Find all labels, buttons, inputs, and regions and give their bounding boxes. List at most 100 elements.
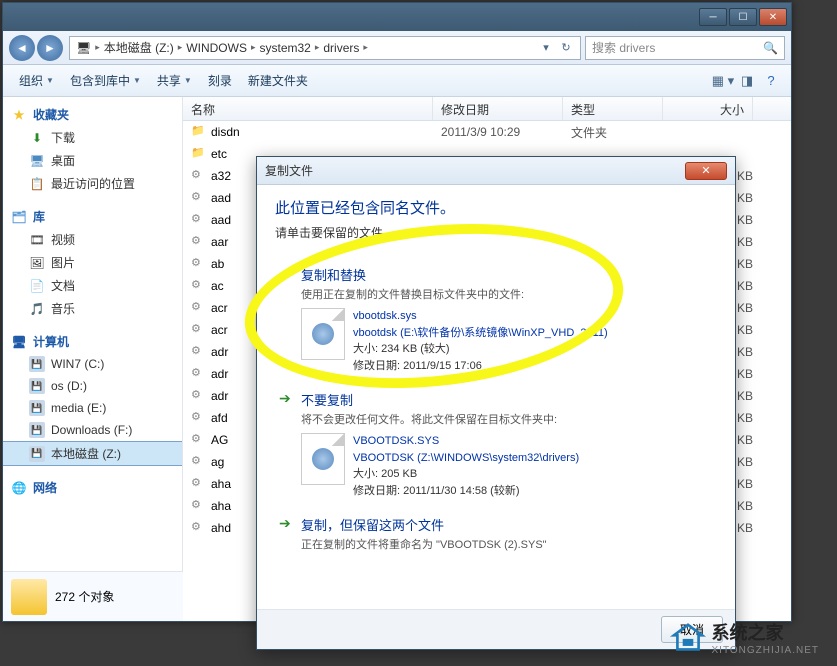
sidebar-network-header[interactable]: 🌐网络 <box>3 476 182 499</box>
sys-file-icon: ⚙ <box>191 454 207 470</box>
sidebar-item-documents[interactable]: 📄文档 <box>3 274 182 297</box>
sidebar-item-drive-f[interactable]: 💾Downloads (F:) <box>3 419 182 441</box>
include-menu[interactable]: 包含到库中▼ <box>62 68 149 93</box>
option-title: 复制和替换 <box>301 265 713 284</box>
arrow-icon: ➔ <box>279 265 297 374</box>
file-thumb <box>301 433 345 485</box>
sidebar-item-recent[interactable]: 📋最近访问的位置 <box>3 172 182 195</box>
back-button[interactable]: ◄ <box>9 35 35 61</box>
sidebar-item-drive-c[interactable]: 💾WIN7 (C:) <box>3 353 182 375</box>
star-icon: ★ <box>11 107 27 123</box>
option-desc: 正在复制的文件将重命名为 "VBOOTDSK (2).SYS" <box>301 536 713 552</box>
file-name: disdn <box>211 125 441 139</box>
preview-pane-button[interactable]: ◨ <box>735 69 759 93</box>
sys-file-icon: ⚙ <box>191 366 207 382</box>
option-title: 不要复制 <box>301 390 713 409</box>
titlebar: ─ ☐ ✕ <box>3 3 791 31</box>
sys-file-icon: ⚙ <box>191 410 207 426</box>
newfolder-button[interactable]: 新建文件夹 <box>240 68 316 93</box>
search-input[interactable]: 搜索 drivers 🔍 <box>585 36 785 60</box>
sys-file-icon: ⚙ <box>191 388 207 404</box>
sys-file-icon: ⚙ <box>191 476 207 492</box>
toolbar: 组织▼ 包含到库中▼ 共享▼ 刻录 新建文件夹 ▦ ▾ ◨ ? <box>3 65 791 97</box>
gear-icon <box>312 323 334 345</box>
option-keep-both[interactable]: ➔ 复制，但保留这两个文件 正在复制的文件将重命名为 "VBOOTDSK (2)… <box>275 507 717 566</box>
sidebar-item-drive-d[interactable]: 💾os (D:) <box>3 375 182 397</box>
dialog-title: 复制文件 <box>265 162 313 179</box>
view-menu[interactable]: ▦ ▾ <box>711 69 735 93</box>
breadcrumb[interactable]: 🖥 ▸ 本地磁盘 (Z:)▸ WINDOWS▸ system32▸ driver… <box>69 36 581 60</box>
refresh-button[interactable]: ↻ <box>556 37 576 59</box>
option-dont-copy[interactable]: ➔ 不要复制 将不会更改任何文件。将此文件保留在目标文件夹中: VBOOTDSK… <box>275 382 717 507</box>
organize-menu[interactable]: 组织▼ <box>11 68 62 93</box>
column-date[interactable]: 修改日期 <box>433 97 563 120</box>
statusbar: 272 个对象 <box>3 571 183 621</box>
search-placeholder: 搜索 drivers <box>592 39 655 56</box>
breadcrumb-item[interactable]: 本地磁盘 (Z:) <box>102 39 176 56</box>
arrow-icon: ➔ <box>279 390 297 499</box>
watermark: 系统之家 XITONGZHIJIA.NET <box>670 619 820 656</box>
drive-icon: 💾 <box>29 378 45 394</box>
drive-icon: 💾 <box>29 400 45 416</box>
breadcrumb-item[interactable]: drivers <box>321 41 361 55</box>
download-icon: ⬇ <box>29 130 45 146</box>
sidebar-item-music[interactable]: 🎵音乐 <box>3 297 182 320</box>
sys-file-icon: ⚙ <box>191 212 207 228</box>
option-copy-replace[interactable]: ➔ 复制和替换 使用正在复制的文件替换目标文件夹中的文件: vbootdsk.s… <box>275 257 717 382</box>
sidebar-favorites-header[interactable]: ★收藏夹 <box>3 103 182 126</box>
dialog-headline: 此位置已经包含同名文件。 <box>275 197 717 218</box>
sys-file-icon: ⚙ <box>191 520 207 536</box>
sys-file-icon: ⚙ <box>191 256 207 272</box>
breadcrumb-item[interactable]: WINDOWS <box>184 41 249 55</box>
sidebar-item-desktop[interactable]: 🖥桌面 <box>3 149 182 172</box>
help-button[interactable]: ? <box>759 69 783 93</box>
drive-icon: 💾 <box>29 446 45 462</box>
minimize-button[interactable]: ─ <box>699 8 727 26</box>
maximize-button[interactable]: ☐ <box>729 8 757 26</box>
sys-file-icon: ⚙ <box>191 168 207 184</box>
file-row[interactable]: 📁disdn2011/3/9 10:29文件夹 <box>183 121 791 143</box>
sys-file-icon: ⚙ <box>191 498 207 514</box>
share-menu[interactable]: 共享▼ <box>149 68 200 93</box>
sidebar-computer-header[interactable]: 🖥计算机 <box>3 330 182 353</box>
file-info: VBOOTDSK.SYS VBOOTDSK (Z:\WINDOWS\system… <box>353 433 579 499</box>
breadcrumb-dropdown[interactable]: ▾ <box>536 37 556 59</box>
sys-file-icon: ⚙ <box>191 432 207 448</box>
close-button[interactable]: ✕ <box>759 8 787 26</box>
sidebar-libraries-header[interactable]: 🗂库 <box>3 205 182 228</box>
forward-button[interactable]: ► <box>37 35 63 61</box>
video-icon: 🎞 <box>29 232 45 248</box>
computer-icon: 🖥 <box>11 334 27 350</box>
drive-icon: 💾 <box>29 356 45 372</box>
option-desc: 使用正在复制的文件替换目标文件夹中的文件: <box>301 286 713 302</box>
watermark-url: XITONGZHIJIA.NET <box>712 645 820 656</box>
column-headers: 名称 修改日期 类型 大小 <box>183 97 791 121</box>
sidebar-item-downloads[interactable]: ⬇下载 <box>3 126 182 149</box>
recent-icon: 📋 <box>29 176 45 192</box>
sidebar-item-drive-z[interactable]: 💾本地磁盘 (Z:) <box>3 441 182 466</box>
sys-file-icon: ⚙ <box>191 190 207 206</box>
search-icon: 🔍 <box>763 41 778 55</box>
logo-icon <box>670 623 706 653</box>
drive-icon: 💾 <box>29 422 45 438</box>
desktop-icon: 🖥 <box>29 153 45 169</box>
column-size[interactable]: 大小 <box>663 97 753 120</box>
sys-file-icon: ⚙ <box>191 234 207 250</box>
sidebar: ★收藏夹 ⬇下载 🖥桌面 📋最近访问的位置 🗂库 🎞视频 🖼图片 📄文档 🎵音乐… <box>3 97 183 621</box>
document-icon: 📄 <box>29 278 45 294</box>
status-count: 272 个对象 <box>55 588 114 605</box>
column-name[interactable]: 名称 <box>183 97 433 120</box>
column-type[interactable]: 类型 <box>563 97 663 120</box>
option-desc: 将不会更改任何文件。将此文件保留在目标文件夹中: <box>301 411 713 427</box>
arrow-icon: ➔ <box>279 515 297 558</box>
sidebar-item-drive-e[interactable]: 💾media (E:) <box>3 397 182 419</box>
breadcrumb-item[interactable]: system32 <box>257 41 312 55</box>
burn-button[interactable]: 刻录 <box>200 68 240 93</box>
sidebar-item-pictures[interactable]: 🖼图片 <box>3 251 182 274</box>
dialog-close-button[interactable]: ✕ <box>685 162 727 180</box>
dialog-subtext: 请单击要保留的文件 <box>275 224 717 241</box>
sidebar-item-videos[interactable]: 🎞视频 <box>3 228 182 251</box>
library-icon: 🗂 <box>11 209 27 225</box>
watermark-brand: 系统之家 <box>712 623 784 643</box>
dialog-footer: 取消 <box>257 609 735 649</box>
